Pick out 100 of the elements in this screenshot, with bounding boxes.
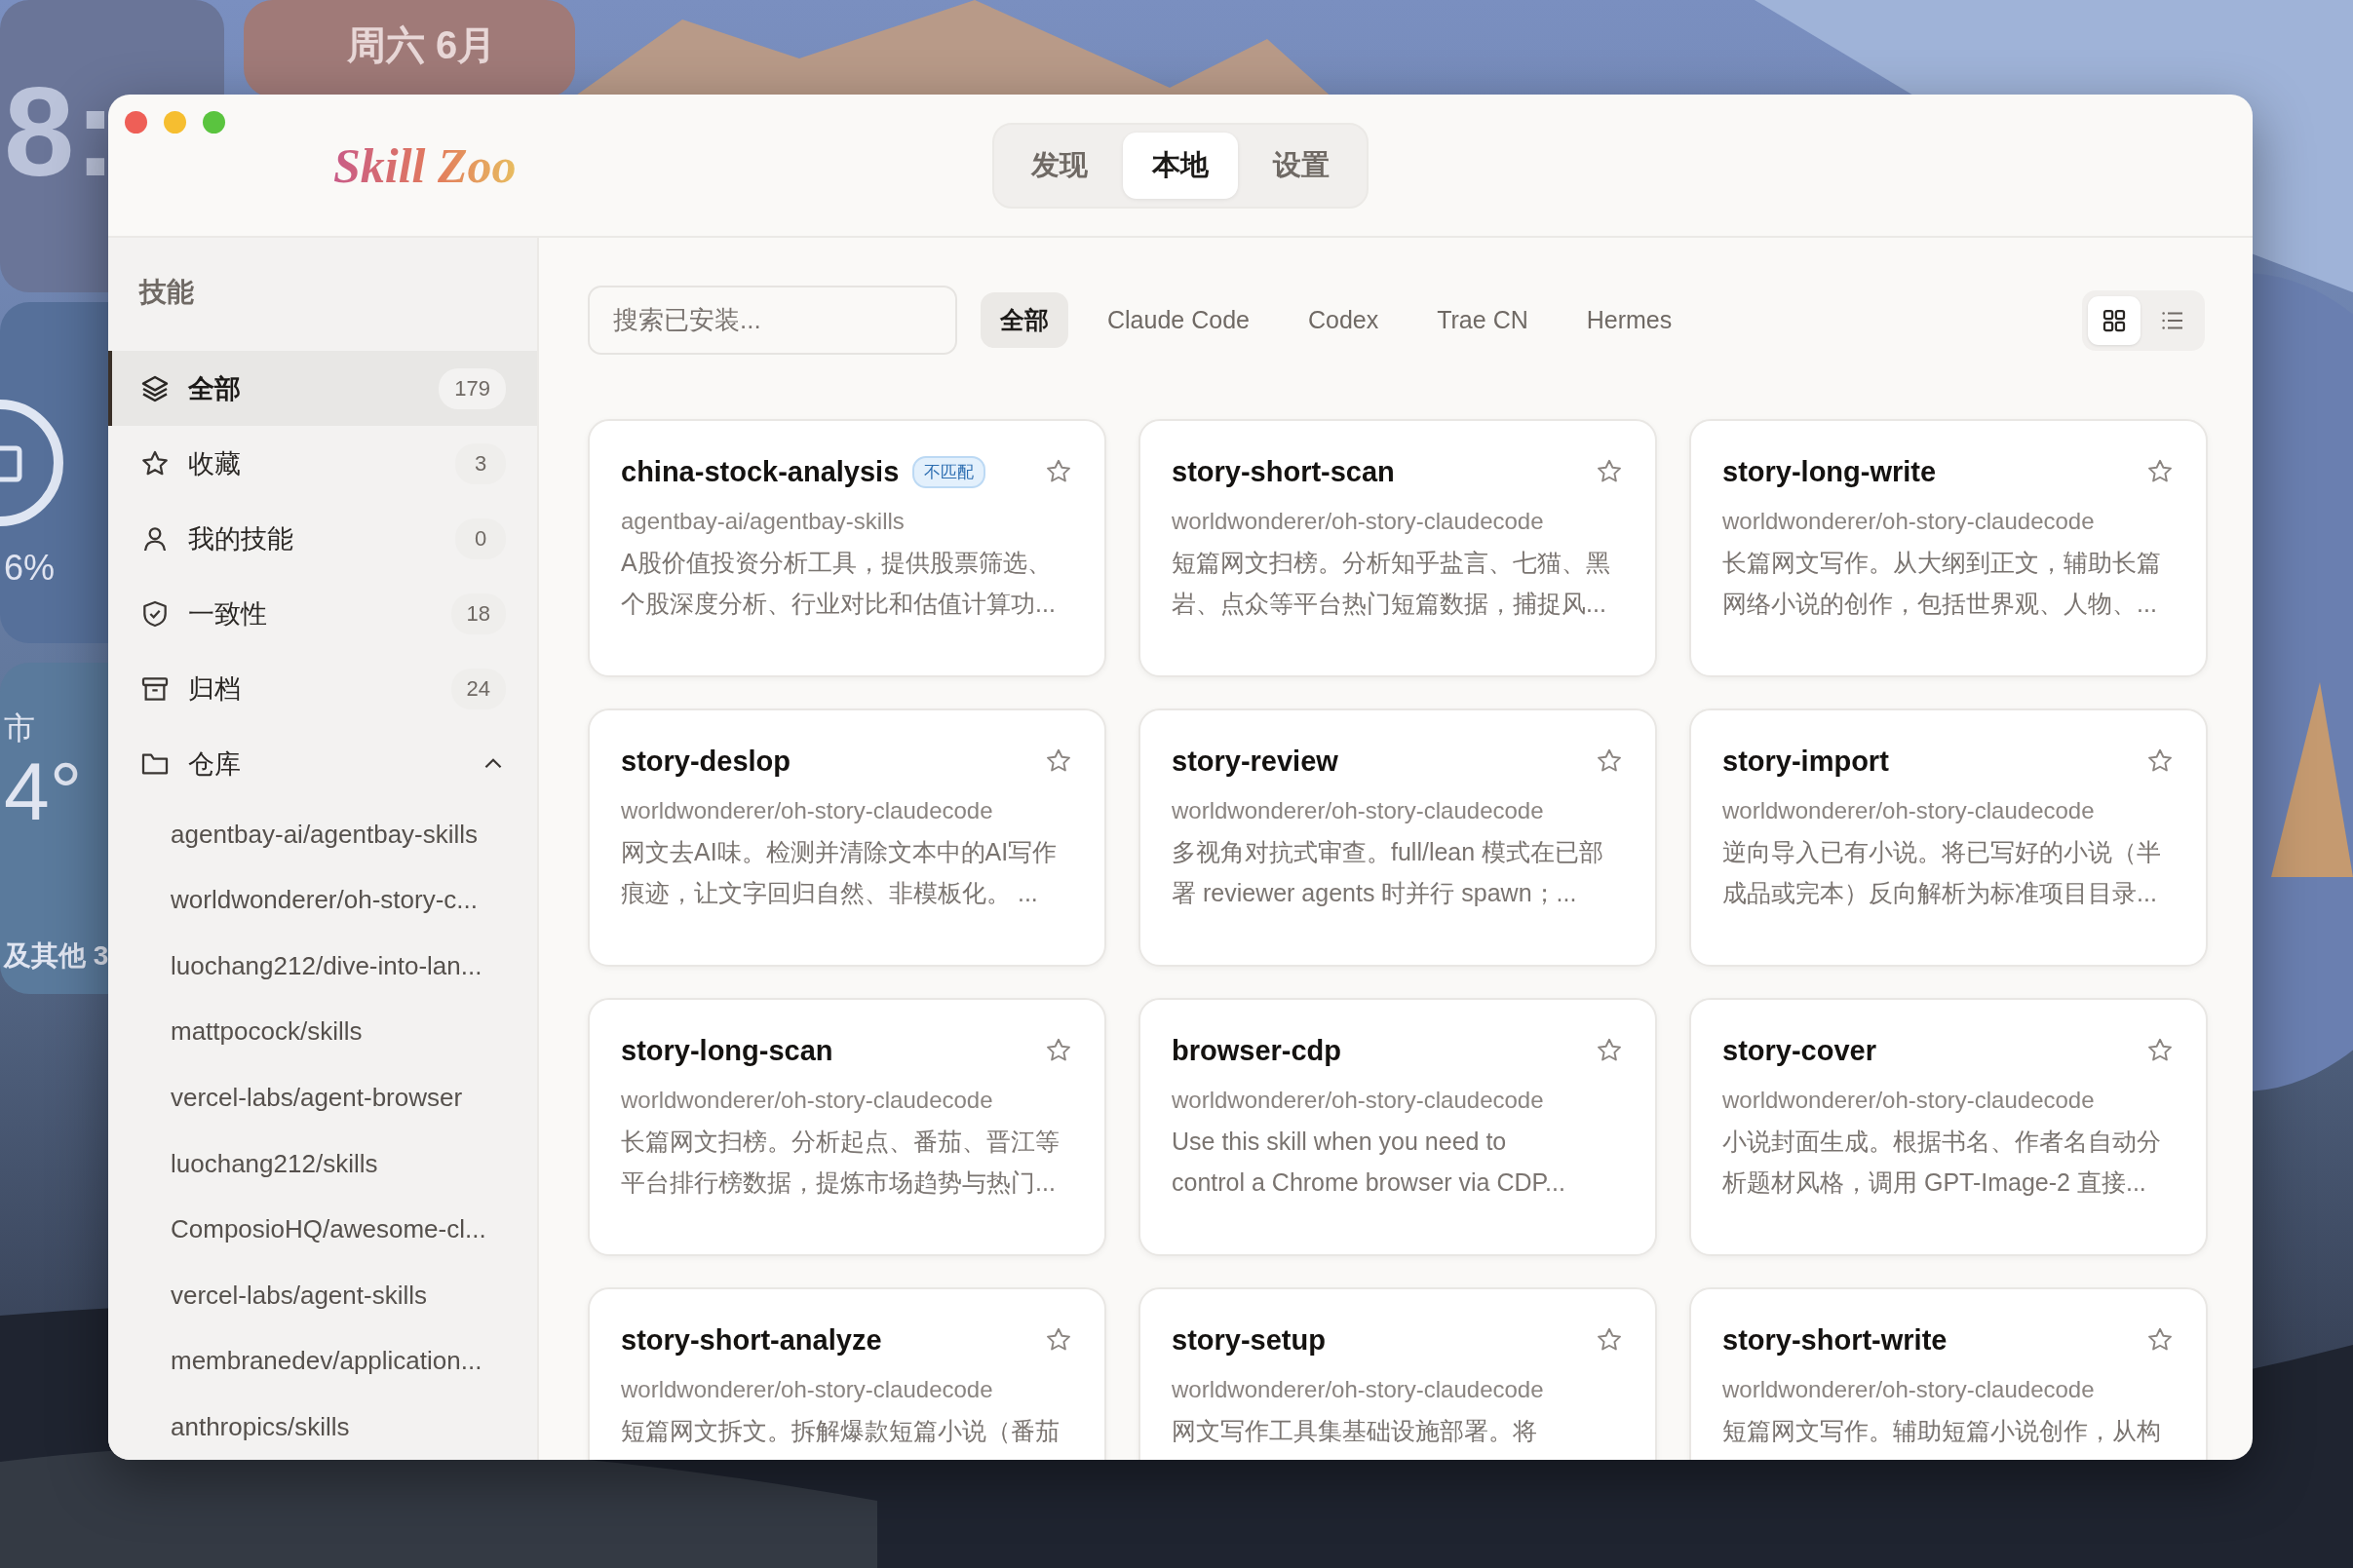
description-line: 长篇网文写作。从大纲到正文，辅助长篇 <box>1722 548 2162 578</box>
sidebar-item[interactable]: 归档 24 <box>108 651 537 727</box>
close-button[interactable] <box>125 111 147 134</box>
mismatch-badge: 不匹配 <box>912 455 986 488</box>
repository-link[interactable]: mattpocock/skills <box>171 1016 363 1048</box>
skill-card[interactable]: story-deslop worldwonderer/oh-story-claudecode 网文去AI味。检测并清除文本中的AI写作 痕迹，让文字回归自然、非模板化。 ... <box>588 708 1106 967</box>
item-count: 3 <box>455 442 506 484</box>
description-line: 析题材风格，调用 GPT-Image-2 直接... <box>1722 1167 2147 1198</box>
skill-title: story-short-analyze <box>621 1323 882 1357</box>
repository-link[interactable]: worldwonderer/oh-story-c... <box>171 885 478 916</box>
filter-chip[interactable]: 全部 <box>981 292 1068 348</box>
description-line: 多视角对抗式审查。full/lean 模式在已部 <box>1172 837 1605 867</box>
repository-link[interactable]: agentbay-ai/agentbay-skills <box>171 819 479 850</box>
skill-title: story-deslop <box>621 745 791 778</box>
item-count: 0 <box>455 517 506 559</box>
repository-name: worldwonderer/oh-story-claudecode <box>1172 1375 1545 1404</box>
repository-name: worldwonderer/oh-story-claudecode <box>1722 796 2096 825</box>
tab[interactable]: 发现 <box>1002 132 1117 199</box>
repository-name: worldwonderer/oh-story-claudecode <box>1172 796 1545 825</box>
grid-view-button[interactable] <box>2088 295 2141 345</box>
sidebar-heading: 技能 <box>137 276 195 309</box>
item-label: 收藏 <box>188 447 242 480</box>
description-line: 个股深度分析、行业对比和估值计算功... <box>621 589 1057 619</box>
skill-card[interactable]: story-review worldwonderer/oh-story-claudecode 多视角对抗式审查。full/lean 模式在已部 署 reviewer agents 时并行 spawn；... <box>1138 708 1657 967</box>
skill-title: story-review <box>1172 745 1338 778</box>
skill-card[interactable]: story-short-scan worldwonderer/oh-story-claudecode 短篇网文扫榜。分析知乎盐言、七猫、黑 岩、点众等平台热门短篇数据，捕捉风... <box>1138 419 1657 677</box>
item-label: 归档 <box>188 672 242 706</box>
sidebar-item[interactable]: 收藏 3 <box>108 426 537 502</box>
description-line: 逆向导入已有小说。将已写好的小说（半 <box>1722 837 2162 867</box>
description-line: A股价值投资分析工具，提供股票筛选、 <box>621 548 1053 578</box>
search-field[interactable]: 搜索已安装... <box>588 286 957 355</box>
description-line: Use this skill when you need to <box>1172 1127 1508 1157</box>
sidebar-group-header[interactable]: 仓库 <box>108 726 537 802</box>
skill-title: story-long-write <box>1722 455 1937 488</box>
repository-name: worldwonderer/oh-story-claudecode <box>621 1375 994 1404</box>
repository-name: worldwonderer/oh-story-claudecode <box>621 796 994 825</box>
skill-card[interactable]: story-setup worldwonderer/oh-story-claudecode 网文写作工具集基础设施部署。将 <box>1138 1287 1657 1460</box>
weather-footer: 及其他 3 <box>4 937 109 975</box>
description-line: 署 reviewer agents 时并行 spawn；... <box>1172 878 1578 908</box>
repository-link[interactable]: luochang212/dive-into-lan... <box>171 950 482 981</box>
repository-link[interactable]: luochang212/skills <box>171 1148 378 1179</box>
skill-card[interactable]: story-short-write worldwonderer/oh-story-claudecode 短篇网文写作。辅助短篇小说创作，从构 <box>1689 1287 2208 1460</box>
description-line: 短篇网文扫榜。分析知乎盐言、七猫、黑 <box>1172 548 1611 578</box>
tab[interactable]: 设置 <box>1244 132 1359 199</box>
sidebar-item[interactable]: 一致性 18 <box>108 576 537 652</box>
skill-title: story-import <box>1722 745 1889 778</box>
repository-link[interactable]: vercel-labs/agent-browser <box>171 1083 463 1113</box>
repository-name: worldwonderer/oh-story-claudecode <box>621 1086 994 1115</box>
repository-link[interactable]: membranedev/application... <box>171 1346 482 1377</box>
filter-chip[interactable]: Claude Code <box>1088 294 1269 346</box>
repository-link[interactable]: anthropics/skills <box>171 1411 350 1442</box>
item-label: 全部 <box>188 372 242 405</box>
filter-chip[interactable]: Hermes <box>1566 294 1692 346</box>
item-label: 一致性 <box>188 597 268 631</box>
sidebar-item[interactable]: 全部 179 <box>108 351 537 427</box>
repository-name: worldwonderer/oh-story-claudecode <box>1722 1375 2096 1404</box>
skill-card[interactable]: browser-cdp worldwonderer/oh-story-claudecode Use this skill when you need to control a Chrome browser via CDP... <box>1138 998 1657 1256</box>
description-line: 岩、点众等平台热门短篇数据，捕捉风... <box>1172 589 1607 619</box>
skill-card[interactable]: china-stock-analysis 不匹配 agentbay-ai/agentbay-skills A股价值投资分析工具，提供股票筛选、 个股深度分析、行业对比和估值计算功... <box>588 419 1106 677</box>
skill-title: story-cover <box>1722 1034 1876 1067</box>
clock-time: 8: <box>4 68 117 195</box>
repository-name: worldwonderer/oh-story-claudecode <box>1722 507 2096 536</box>
item-count: 24 <box>450 668 506 709</box>
weather-temperature: 4° <box>4 750 83 832</box>
item-label: 我的技能 <box>188 522 294 555</box>
battery-percent: 6% <box>4 548 56 589</box>
skill-card[interactable]: story-long-write worldwonderer/oh-story-claudecode 长篇网文写作。从大纲到正文，辅助长篇 网络小说的创作，包括世界观、人物、... <box>1689 419 2208 677</box>
skill-title: china-stock-analysis <box>621 455 900 488</box>
weather-city: 市 <box>4 709 35 747</box>
skill-card[interactable]: story-short-analyze worldwonderer/oh-story-claudecode 短篇网文拆文。拆解爆款短篇小说（番茄 <box>588 1287 1106 1460</box>
skill-title: story-long-scan <box>621 1034 833 1067</box>
repository-link[interactable]: ComposioHQ/awesome-cl... <box>171 1214 486 1245</box>
description-line: 网文去AI味。检测并清除文本中的AI写作 <box>621 837 1059 867</box>
description-line: 长篇网文扫榜。分析起点、番茄、晋江等 <box>621 1127 1061 1157</box>
repository-name: agentbay-ai/agentbay-skills <box>621 507 906 536</box>
repository-link[interactable]: vercel-labs/agent-skills <box>171 1280 427 1311</box>
tab[interactable]: 本地 <box>1123 132 1238 199</box>
item-count: 18 <box>450 593 506 634</box>
skill-card[interactable]: story-cover worldwonderer/oh-story-claudecode 小说封面生成。根据书名、作者名自动分 析题材风格，调用 GPT-Image-2 直接... <box>1689 998 2208 1256</box>
description-line: 短篇网文拆文。拆解爆款短篇小说（番茄 <box>621 1416 1061 1446</box>
widget-date: 周六 6月 <box>347 25 497 64</box>
skill-card[interactable]: story-import worldwonderer/oh-story-claudecode 逆向导入已有小说。将已写好的小说（半 成品或完本）反向解析为标准项目目录... <box>1689 708 2208 967</box>
repository-name: worldwonderer/oh-story-claudecode <box>1172 1086 1545 1115</box>
description-line: 网文写作工具集基础设施部署。将 <box>1172 1416 1538 1446</box>
description-line: 平台排行榜数据，提炼市场趋势与热门... <box>621 1167 1057 1198</box>
sidebar-item[interactable]: 我的技能 0 <box>108 501 537 577</box>
repository-name: worldwonderer/oh-story-claudecode <box>1172 507 1545 536</box>
zoom-button[interactable] <box>203 111 225 134</box>
skill-title: story-short-scan <box>1172 455 1395 488</box>
description-line: 痕迹，让文字回归自然、非模板化。 ... <box>621 878 1039 908</box>
skill-title: browser-cdp <box>1172 1034 1342 1067</box>
filter-chip[interactable]: Codex <box>1288 294 1399 346</box>
skill-card[interactable]: story-long-scan worldwonderer/oh-story-claudecode 长篇网文扫榜。分析起点、番茄、晋江等 平台排行榜数据，提炼市场趋势与热门... <box>588 998 1106 1256</box>
filter-chip[interactable]: Trae CN <box>1417 294 1548 346</box>
description-line: 成品或完本）反向解析为标准项目目录... <box>1722 878 2158 908</box>
repository-name: worldwonderer/oh-story-claudecode <box>1722 1086 2096 1115</box>
description-line: 小说封面生成。根据书名、作者名自动分 <box>1722 1127 2162 1157</box>
item-count: 179 <box>439 367 506 409</box>
group-label: 仓库 <box>188 747 242 781</box>
description-line: 网络小说的创作，包括世界观、人物、... <box>1722 589 2158 619</box>
